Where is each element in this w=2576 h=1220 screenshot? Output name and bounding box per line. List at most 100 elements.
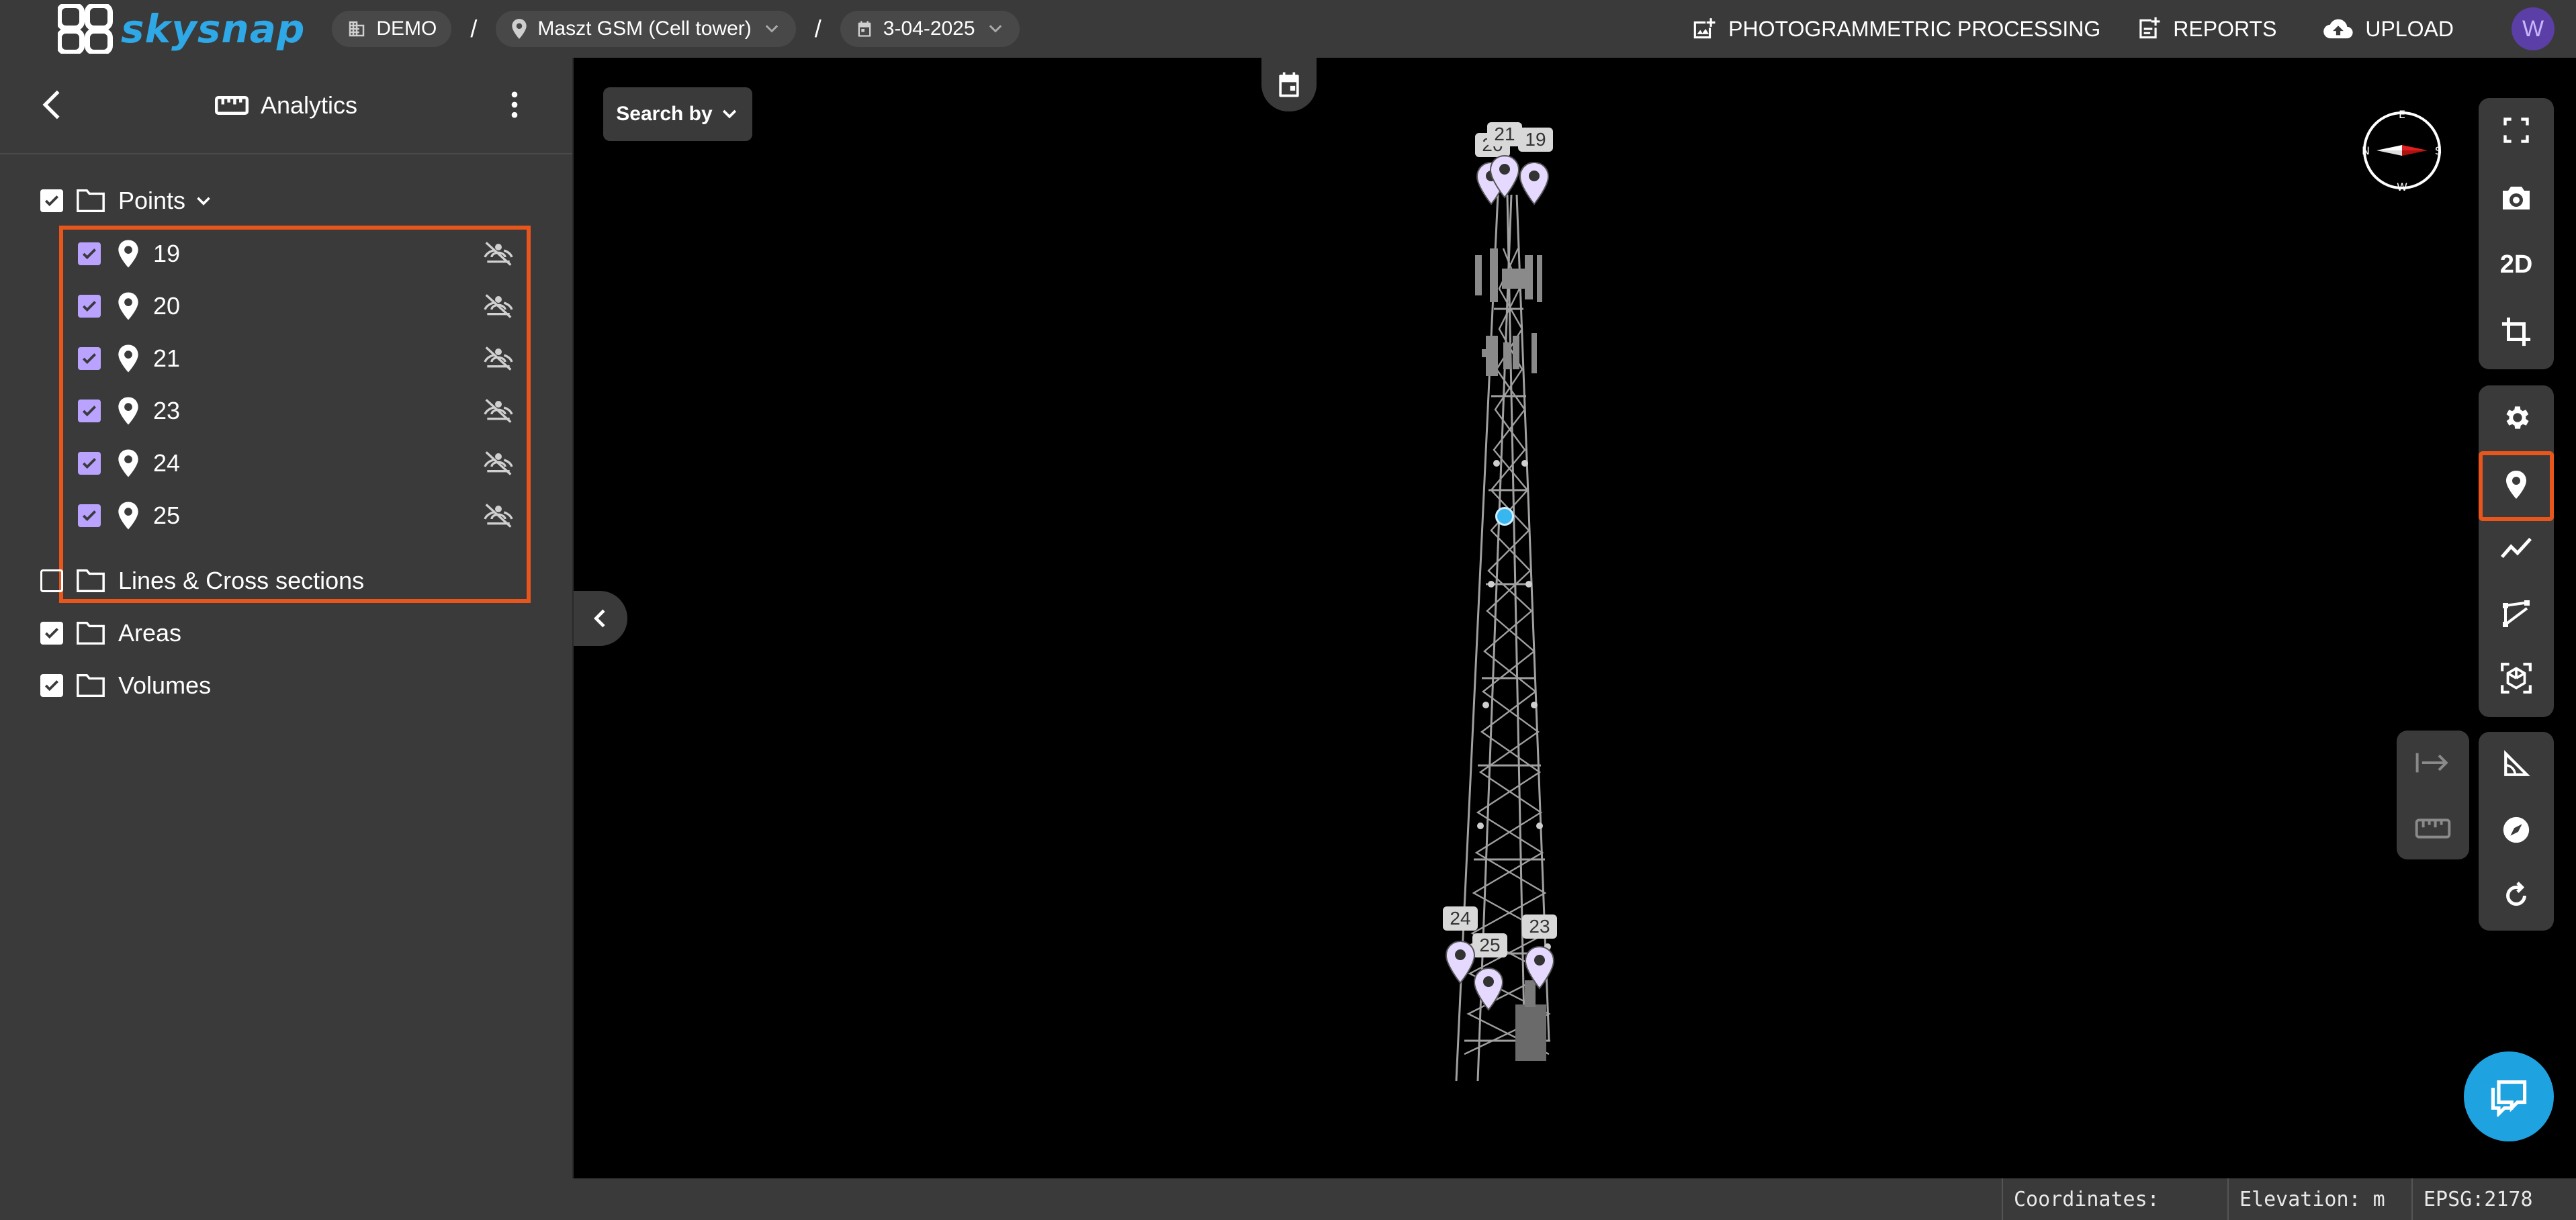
point-item-23[interactable]: 23 <box>78 391 515 431</box>
check-icon <box>82 301 97 312</box>
map-pin-icon[interactable] <box>1489 154 1521 200</box>
point-item-21[interactable]: 21 <box>78 338 515 379</box>
point-item-25[interactable]: 25 <box>78 496 515 536</box>
check-icon <box>82 248 97 260</box>
measure-angle-button[interactable] <box>2479 732 2554 796</box>
checkbox-point[interactable] <box>78 504 101 527</box>
point-item-20[interactable]: 20 <box>78 286 515 326</box>
folder-volumes[interactable]: Volumes <box>40 671 211 700</box>
checkbox-lines[interactable] <box>40 569 63 592</box>
photogrammetric-processing-button[interactable]: PHOTOGRAMMETRIC PROCESSING <box>1691 16 2100 42</box>
check-icon <box>44 680 59 692</box>
arrow-to-edge-icon[interactable] <box>2415 751 2451 775</box>
location-pin-icon <box>512 19 527 39</box>
visibility-off-icon[interactable] <box>482 240 515 267</box>
location-pin-icon <box>118 344 138 373</box>
folder-label: Points <box>118 187 186 214</box>
map-pin-icon[interactable] <box>1472 967 1505 1013</box>
breadcrumb-separator: / <box>814 15 821 42</box>
add-line-button[interactable] <box>2479 516 2554 580</box>
map-pin-icon[interactable] <box>1518 161 1550 207</box>
search-by-dropdown[interactable]: Search by <box>603 87 752 141</box>
checkbox-point[interactable] <box>78 400 101 422</box>
compass-icon[interactable]: E W N S <box>2358 106 2446 195</box>
checkbox-volumes[interactable] <box>40 674 63 697</box>
epsg-readout: EPSG:2178 <box>2411 1178 2576 1220</box>
breadcrumb-separator: / <box>470 15 478 42</box>
folder-label: Lines & Cross sections <box>118 567 365 594</box>
location-pin-icon <box>118 292 138 320</box>
view-toolbar: 2D <box>2479 98 2554 369</box>
checkbox-point[interactable] <box>78 242 101 265</box>
screenshot-button[interactable] <box>2479 165 2554 230</box>
visibility-off-icon[interactable] <box>482 450 515 477</box>
folder-icon <box>77 569 105 593</box>
point-item-19[interactable]: 19 <box>78 234 515 274</box>
toggle-2d-button[interactable]: 2D <box>2479 232 2554 297</box>
building-icon <box>349 21 365 37</box>
measure-toolbar <box>2479 732 2554 931</box>
map-pin-icon[interactable] <box>1523 945 1556 991</box>
svg-text:E: E <box>2399 108 2405 121</box>
cloud-upload-icon <box>2323 19 2354 39</box>
brand-logo[interactable]: skysnap <box>58 0 305 58</box>
checkbox-point[interactable] <box>78 347 101 370</box>
cross-section-button[interactable] <box>2479 581 2554 646</box>
visibility-off-icon[interactable] <box>482 397 515 424</box>
fullscreen-button[interactable] <box>2479 98 2554 162</box>
breadcrumb-project[interactable]: Maszt GSM (Cell tower) <box>496 11 796 47</box>
chevron-left-icon <box>594 609 605 628</box>
location-pin-icon <box>118 240 138 268</box>
point-label: 19 <box>153 240 181 267</box>
breadcrumb-organization[interactable]: DEMO <box>332 11 452 47</box>
checkbox-points[interactable] <box>40 189 63 212</box>
folder-areas[interactable]: Areas <box>40 619 181 647</box>
brand-name: skysnap <box>121 6 306 52</box>
avatar[interactable]: W <box>2512 7 2555 50</box>
add-point-highlight <box>2479 451 2554 521</box>
point-label: 20 <box>153 292 181 320</box>
collapse-panel-button[interactable] <box>574 591 627 646</box>
gear-icon <box>2506 406 2529 429</box>
more-vertical-icon[interactable] <box>497 87 532 122</box>
cross-section-icon <box>2503 600 2530 627</box>
panel-header: Analytics <box>0 58 572 154</box>
check-icon <box>82 406 97 417</box>
point-item-24[interactable]: 24 <box>78 443 515 483</box>
point-tag-21: 21 <box>1487 122 1522 146</box>
reports-button[interactable]: REPORTS <box>2135 16 2276 42</box>
checkbox-point[interactable] <box>78 452 101 475</box>
upload-button[interactable]: UPLOAD <box>2323 17 2454 42</box>
date-picker-tab[interactable] <box>1261 58 1317 111</box>
check-icon <box>44 195 59 207</box>
report-icon <box>2139 17 2160 39</box>
chat-support-button[interactable] <box>2464 1051 2554 1141</box>
location-pin-icon <box>118 502 138 530</box>
reset-view-button[interactable] <box>2479 863 2554 928</box>
chevron-down-icon <box>765 25 778 33</box>
fullscreen-icon <box>2503 118 2529 143</box>
coordinates-readout: Coordinates: <box>2002 1178 2215 1220</box>
checkbox-point[interactable] <box>78 295 101 318</box>
visibility-off-icon[interactable] <box>482 293 515 320</box>
point-tag-25: 25 <box>1472 933 1507 957</box>
crop-button[interactable] <box>2479 299 2554 364</box>
breadcrumb-label: 3-04-2025 <box>883 17 975 40</box>
crop-icon <box>2501 317 2531 346</box>
chat-icon <box>2491 1080 2527 1117</box>
chevron-down-icon[interactable] <box>192 189 215 212</box>
visibility-off-icon[interactable] <box>482 345 515 372</box>
map-pin-icon[interactable] <box>1444 940 1476 986</box>
breadcrumb-date[interactable]: 3-04-2025 <box>840 11 1020 47</box>
checkbox-areas[interactable] <box>40 622 63 645</box>
settings-button[interactable] <box>2479 385 2554 450</box>
cube-scan-icon <box>2501 663 2532 694</box>
chevron-down-icon <box>722 109 736 119</box>
volume-button[interactable] <box>2479 646 2554 710</box>
navigation-button[interactable] <box>2479 798 2554 862</box>
visibility-off-icon[interactable] <box>482 502 515 529</box>
ruler-icon[interactable] <box>2415 816 2451 841</box>
folder-lines-cross-sections[interactable]: Lines & Cross sections <box>40 567 364 595</box>
check-icon <box>82 458 97 469</box>
folder-points[interactable]: Points <box>40 187 215 215</box>
